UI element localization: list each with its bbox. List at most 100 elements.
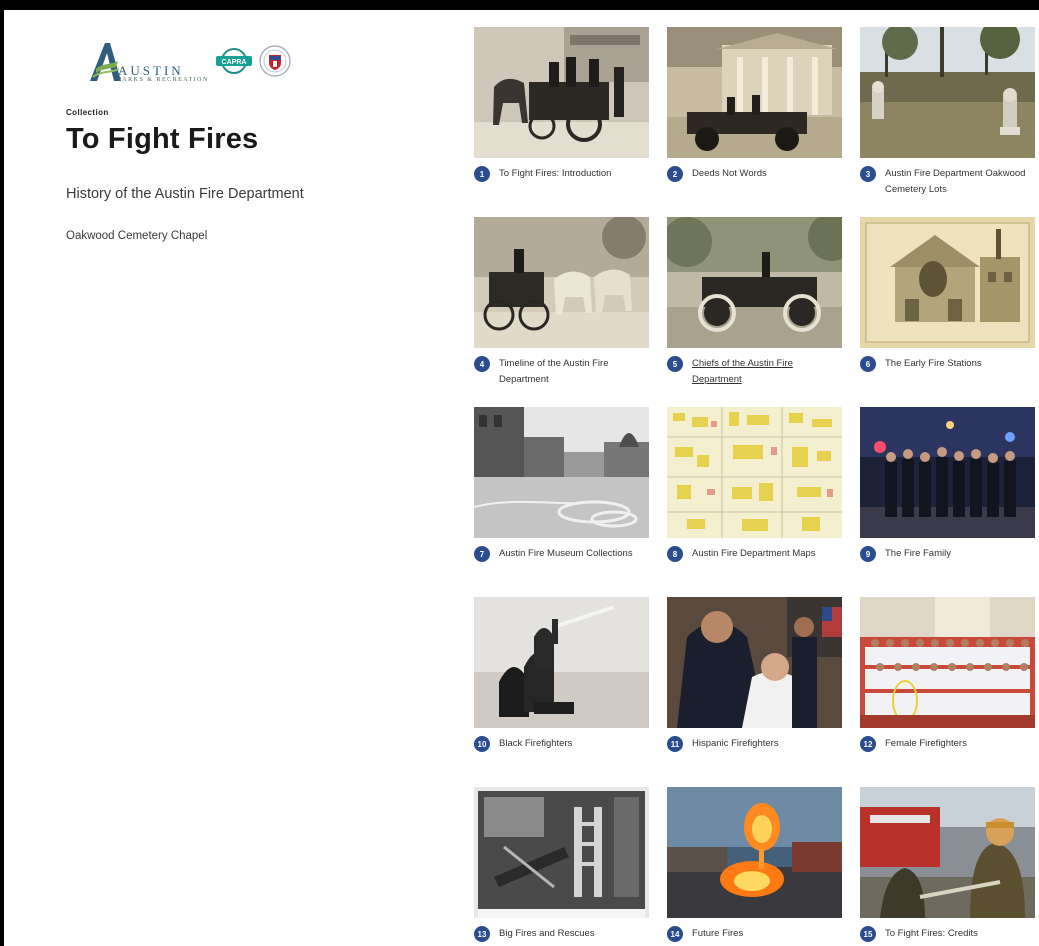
story-title[interactable]: Timeline of the Austin Fire Department <box>499 356 649 388</box>
sanborn-fire-map <box>667 407 842 538</box>
story-meta: 5 Chiefs of the Austin Fire Department <box>667 356 842 388</box>
story-title[interactable]: The Early Fire Stations <box>885 356 982 372</box>
story-card[interactable]: 3 Austin Fire Department Oakwood Cemeter… <box>860 27 1035 217</box>
horse-drawn-carriage-photo <box>474 217 649 348</box>
story-title[interactable]: Austin Fire Department Oakwood Cemetery … <box>885 166 1035 198</box>
story-thumbnail[interactable] <box>474 597 649 728</box>
story-title[interactable]: Future Fires <box>692 926 743 942</box>
collection-eyebrow: Collection <box>66 108 109 117</box>
chief-antique-car-photo <box>667 217 842 348</box>
story-meta: 7 Austin Fire Museum Collections <box>474 546 649 562</box>
logo-bar: AUSTIN PARKS & RECREATION CAPRA <box>88 36 291 86</box>
story-number-badge: 14 <box>667 926 683 942</box>
story-card[interactable]: 14 Future Fires <box>667 787 842 946</box>
story-meta: 12 Female Firefighters <box>860 736 1035 752</box>
cemetery-hydrant-markers-photo <box>860 27 1035 158</box>
story-number-badge: 11 <box>667 736 683 752</box>
story-card[interactable]: 1 To Fight Fires: Introduction <box>474 27 649 217</box>
story-title[interactable]: Big Fires and Rescues <box>499 926 595 942</box>
story-number-badge: 8 <box>667 546 683 562</box>
story-card[interactable]: 2 Deeds Not Words <box>667 27 842 217</box>
story-title[interactable]: Deeds Not Words <box>692 166 767 182</box>
story-number-badge: 9 <box>860 546 876 562</box>
story-thumbnail[interactable] <box>474 787 649 918</box>
capra-badge-icon[interactable]: CAPRA <box>215 48 253 74</box>
story-meta: 14 Future Fires <box>667 926 842 942</box>
story-page: AUSTIN PARKS & RECREATION CAPRA Collecti… <box>4 10 1039 946</box>
parks-a-icon <box>90 43 121 81</box>
story-thumbnail[interactable] <box>474 217 649 348</box>
story-meta: 3 Austin Fire Department Oakwood Cemeter… <box>860 166 1035 198</box>
story-title[interactable]: The Fire Family <box>885 546 951 562</box>
location-text: Oakwood Cemetery Chapel <box>66 230 208 242</box>
story-card[interactable]: 12 Female Firefighters <box>860 597 1035 787</box>
early-fire-station-postcard <box>860 217 1035 348</box>
story-number-badge: 3 <box>860 166 876 182</box>
story-title[interactable]: Chiefs of the Austin Fire Department <box>692 356 842 388</box>
story-number-badge: 4 <box>474 356 490 372</box>
story-thumbnail[interactable] <box>667 597 842 728</box>
story-title[interactable]: To Fight Fires: Introduction <box>499 166 611 182</box>
story-title[interactable]: Female Firefighters <box>885 736 967 752</box>
story-number-badge: 6 <box>860 356 876 372</box>
story-number-badge: 10 <box>474 736 490 752</box>
story-meta: 1 To Fight Fires: Introduction <box>474 166 649 182</box>
story-meta: 15 To Fight Fires: Credits <box>860 926 1035 942</box>
story-thumbnail[interactable] <box>860 217 1035 348</box>
story-number-badge: 2 <box>667 166 683 182</box>
story-meta: 9 The Fire Family <box>860 546 1035 562</box>
story-card[interactable]: 6 The Early Fire Stations <box>860 217 1035 407</box>
story-number-badge: 15 <box>860 926 876 942</box>
story-title[interactable]: Austin Fire Museum Collections <box>499 546 633 562</box>
story-card[interactable]: 8 Austin Fire Department Maps <box>667 407 842 597</box>
pinning-ceremony-photo <box>667 597 842 728</box>
story-meta: 2 Deeds Not Words <box>667 166 842 182</box>
story-title[interactable]: Austin Fire Department Maps <box>692 546 816 562</box>
story-card[interactable]: 15 To Fight Fires: Credits <box>860 787 1035 946</box>
story-title[interactable]: Hispanic Firefighters <box>692 736 779 752</box>
fire-training-fireball-photo <box>667 787 842 918</box>
story-meta: 4 Timeline of the Austin Fire Department <box>474 356 649 388</box>
story-card[interactable]: 10 Black Firefighters <box>474 597 649 787</box>
story-number-badge: 12 <box>860 736 876 752</box>
parks-logo-line2: PARKS & RECREATION <box>118 77 209 83</box>
story-card[interactable]: 13 Big Fires and Rescues <box>474 787 649 946</box>
black-firefighters-hose-photo <box>474 597 649 728</box>
parks-logo-line1: AUSTIN <box>118 63 184 78</box>
story-grid: 1 To Fight Fires: Introduction 2 Deeds N… <box>474 27 1038 946</box>
story-thumbnail[interactable] <box>474 27 649 158</box>
story-thumbnail[interactable] <box>860 27 1035 158</box>
story-thumbnail[interactable] <box>860 407 1035 538</box>
firefighters-at-night-photo <box>860 407 1035 538</box>
city-seal-icon[interactable] <box>259 45 291 77</box>
story-card[interactable]: 9 The Fire Family <box>860 407 1035 597</box>
story-thumbnail[interactable] <box>667 27 842 158</box>
early-fire-car-in-front-of-house-photo <box>667 27 842 158</box>
story-title[interactable]: Black Firefighters <box>499 736 572 752</box>
story-card[interactable]: 5 Chiefs of the Austin Fire Department <box>667 217 842 407</box>
story-thumbnail[interactable] <box>474 407 649 538</box>
page-title: To Fight Fires <box>66 123 259 155</box>
burned-building-interior-photo <box>474 787 649 918</box>
story-meta: 10 Black Firefighters <box>474 736 649 752</box>
female-firefighters-group-photo <box>860 597 1035 728</box>
story-meta: 6 The Early Fire Stations <box>860 356 1035 372</box>
story-title[interactable]: To Fight Fires: Credits <box>885 926 978 942</box>
story-card[interactable]: 7 Austin Fire Museum Collections <box>474 407 649 597</box>
story-meta: 11 Hispanic Firefighters <box>667 736 842 752</box>
story-number-badge: 7 <box>474 546 490 562</box>
story-number-badge: 1 <box>474 166 490 182</box>
story-meta: 8 Austin Fire Department Maps <box>667 546 842 562</box>
story-card[interactable]: 4 Timeline of the Austin Fire Department <box>474 217 649 407</box>
congress-avenue-hoses-photo <box>474 407 649 538</box>
story-thumbnail[interactable] <box>667 217 842 348</box>
story-thumbnail[interactable] <box>667 787 842 918</box>
austin-parks-logo[interactable]: AUSTIN PARKS & RECREATION <box>88 39 209 83</box>
story-thumbnail[interactable] <box>860 597 1035 728</box>
story-card[interactable]: 11 Hispanic Firefighters <box>667 597 842 787</box>
story-number-badge: 13 <box>474 926 490 942</box>
story-thumbnail[interactable] <box>860 787 1035 918</box>
horse-drawn-fire-engine-photo <box>474 27 649 158</box>
capra-text: CAPRA <box>221 59 246 66</box>
story-thumbnail[interactable] <box>667 407 842 538</box>
